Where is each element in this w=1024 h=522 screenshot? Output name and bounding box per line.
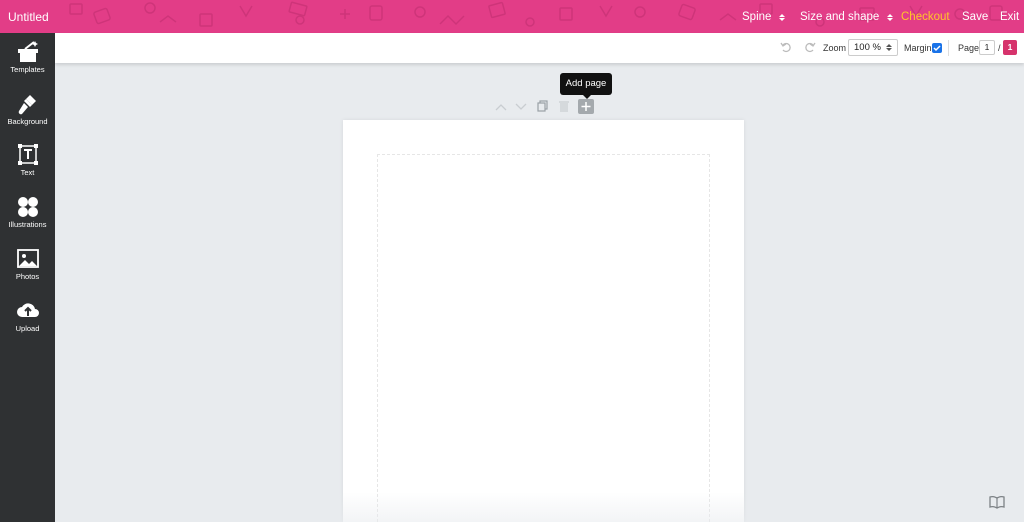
spine-dropdown[interactable]: Spine: [742, 11, 786, 23]
sidebar-item-background[interactable]: Background: [0, 93, 55, 143]
checkmark-icon: [933, 45, 941, 52]
magic-wand-icon: [17, 41, 38, 62]
checkout-button[interactable]: Checkout: [901, 11, 950, 23]
sidebar-item-label: Upload: [15, 324, 40, 333]
updown-arrow-icon: [887, 13, 894, 21]
spine-label: Spine: [742, 11, 772, 23]
sidebar-item-templates[interactable]: Templates: [0, 41, 55, 91]
margin-label: Margin: [904, 43, 932, 53]
sidebar-item-label: Photos: [15, 272, 40, 281]
add-page-icon[interactable]: [578, 99, 594, 114]
paint-brush-icon: [18, 95, 36, 115]
current-page-input[interactable]: 1: [979, 40, 995, 55]
sidebar-item-illustrations[interactable]: Illustrations: [0, 196, 55, 246]
document-title[interactable]: Untitled: [8, 10, 49, 24]
save-button[interactable]: Save: [962, 11, 988, 23]
image-icon: [16, 249, 39, 268]
margin-checkbox[interactable]: [932, 43, 942, 53]
delete-page-icon[interactable]: [558, 100, 570, 112]
cloud-upload-icon: [16, 303, 39, 317]
size-and-shape-dropdown[interactable]: Size and shape: [800, 11, 894, 23]
updown-arrow-icon: [886, 44, 892, 51]
top-bar: Untitled Spine Size and shape Checkout S…: [0, 0, 1024, 33]
move-page-down-icon[interactable]: [515, 102, 527, 112]
page-separator: /: [998, 43, 1001, 53]
text-box-icon: [17, 144, 38, 165]
sidebar-item-label: Background: [7, 117, 48, 126]
zoom-select[interactable]: 100 %: [848, 39, 898, 56]
clover-icon: [17, 197, 38, 217]
toolbar-divider: [948, 40, 949, 56]
exit-button[interactable]: Exit: [1000, 11, 1019, 23]
undo-icon[interactable]: [780, 41, 792, 53]
book-preview-icon[interactable]: [989, 495, 1005, 509]
sidebar-item-photos[interactable]: Photos: [0, 248, 55, 298]
size-and-shape-label: Size and shape: [800, 11, 880, 23]
total-pages-badge: 1: [1003, 40, 1017, 55]
move-page-up-icon[interactable]: [495, 102, 507, 112]
editor-toolbar: Zoom 100 % Margin Page: 1 / 1: [55, 33, 1024, 63]
left-sidebar: Templates Background Text Illustrations: [0, 33, 55, 522]
page-label: Page:: [958, 43, 982, 53]
redo-icon[interactable]: [804, 41, 816, 53]
zoom-label: Zoom: [823, 43, 847, 53]
add-page-tooltip: Add page: [560, 73, 612, 99]
updown-arrow-icon: [779, 13, 786, 21]
page-margin-guide: [377, 154, 710, 522]
sidebar-item-label: Illustrations: [8, 220, 47, 229]
page-canvas[interactable]: [343, 120, 744, 522]
sidebar-item-text[interactable]: Text: [0, 144, 55, 194]
zoom-value: 100 %: [854, 42, 881, 53]
duplicate-page-icon[interactable]: [537, 100, 549, 112]
sidebar-item-label: Text: [20, 168, 35, 177]
sidebar-item-upload[interactable]: Upload: [0, 300, 55, 350]
sidebar-item-label: Templates: [10, 65, 45, 74]
